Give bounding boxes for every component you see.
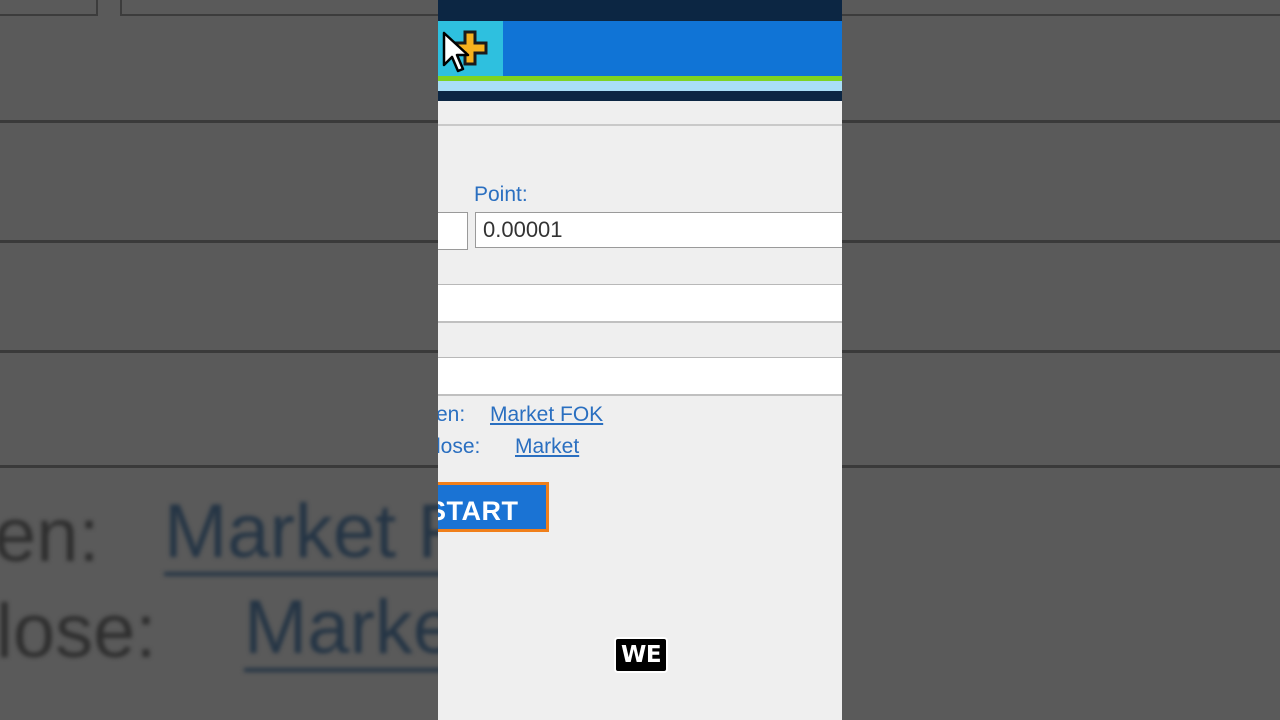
bg-field-shape <box>0 0 98 16</box>
bg-divider <box>842 240 1280 243</box>
open-order-label: en: <box>438 403 466 426</box>
left-input-field[interactable] <box>438 212 468 250</box>
input-field[interactable] <box>438 357 842 396</box>
bg-divider <box>842 350 1280 353</box>
start-button[interactable]: START <box>438 482 549 532</box>
close-order-type-link[interactable]: Market <box>515 435 579 459</box>
bg-open-label: en: <box>0 493 100 578</box>
point-input[interactable]: 0.00001 <box>475 212 842 248</box>
mouse-cursor-icon <box>442 31 470 73</box>
input-field[interactable] <box>438 284 842 323</box>
bg-open-value: Market F <box>164 489 464 576</box>
bg-divider <box>0 465 440 468</box>
header-stripe <box>438 91 842 101</box>
header-stripe <box>438 81 842 91</box>
bg-divider <box>0 240 440 243</box>
section-divider <box>438 124 842 126</box>
bg-close-label: lose: <box>0 589 157 674</box>
point-label: Point: <box>474 183 528 206</box>
bg-close-value: Marke <box>244 585 456 672</box>
bg-divider <box>842 120 1280 123</box>
bg-divider <box>842 465 1280 468</box>
close-order-label: lose: <box>438 435 481 458</box>
bg-field-shape <box>840 0 1280 16</box>
bg-divider <box>0 120 440 123</box>
title-bar <box>438 0 842 21</box>
open-order-type-link[interactable]: Market FOK <box>490 403 603 427</box>
app-panel: Point: 0.00001 en: Market FOK lose: Mark… <box>438 0 842 720</box>
video-caption: WE <box>614 637 669 673</box>
bg-field-shape <box>120 0 444 16</box>
bg-divider <box>0 350 440 353</box>
